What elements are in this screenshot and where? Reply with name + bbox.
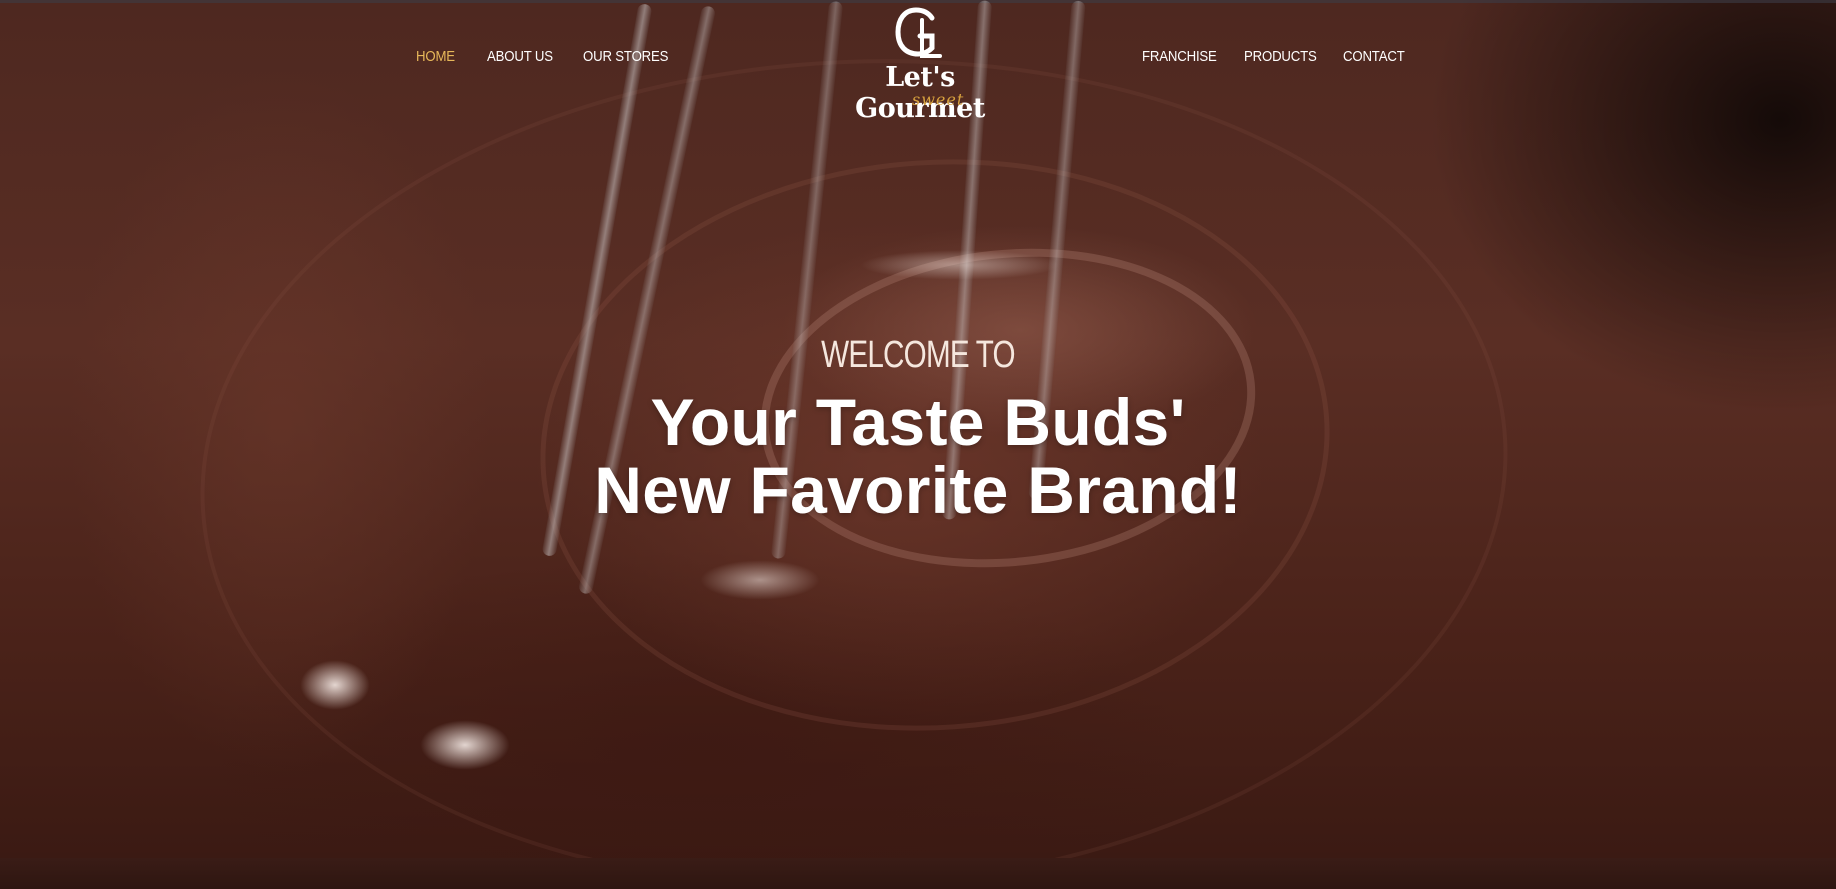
hero-headline: Your Taste Buds' New Favorite Brand! [0,388,1836,524]
highlight [700,560,820,600]
brand-logo[interactable]: Let's Gourmet sweet [820,6,1020,124]
nav-home[interactable]: HOME [416,48,455,65]
top-border [0,0,1836,3]
nav-franchise[interactable]: FRANCHISE [1142,48,1217,65]
highlight [860,250,1060,280]
nav-about-us[interactable]: ABOUT US [487,48,553,65]
headline-line-2: New Favorite Brand! [594,453,1242,527]
logo-tagline: sweet [912,90,965,109]
section-divider [0,858,1836,889]
nav-our-stores[interactable]: OUR STORES [583,48,668,65]
hero-welcome: WELCOME TO [821,334,1015,376]
highlight [300,660,370,710]
logo-monogram-icon [895,7,942,58]
headline-line-1: Your Taste Buds' [650,385,1186,459]
nav-products[interactable]: PRODUCTS [1244,48,1317,65]
highlight [420,720,510,770]
nav-contact[interactable]: CONTACT [1343,48,1405,65]
